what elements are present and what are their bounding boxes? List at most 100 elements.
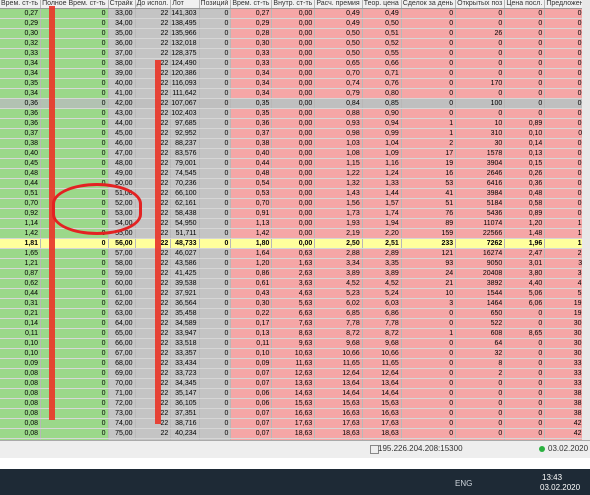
option-row[interactable]: 0,08 0 73,00 22 37,351 0 0,07 16,63 16,63 16,63 0 0…: [0, 408, 590, 419]
table-cell: 6,03: [362, 298, 402, 309]
option-row[interactable]: 0,48 0 49,00 22 74,545 0 0,48 0,00 1,22 1,24 16 264…: [0, 168, 590, 179]
table-cell: 0: [455, 88, 506, 99]
option-row[interactable]: 0,08 0 71,00 22 35,147 0 0,06 14,63 14,64 14,64 0 0…: [0, 388, 590, 399]
table-cell: 0: [199, 108, 232, 119]
table-cell: 42,00: [108, 98, 136, 109]
table-cell: 2,51: [362, 238, 402, 249]
table-cell: 39,538: [170, 278, 200, 289]
language-indicator[interactable]: ENG: [455, 479, 472, 488]
option-row[interactable]: 0,08 0 74,00 22 38,716 0 0,07 17,63 17,63 17,63 0 0…: [0, 418, 590, 429]
option-row[interactable]: 0,30 0 35,00 22 135,966 0 0,28 0,00 0,50 0,51 0 26 0…: [0, 28, 590, 39]
table-cell: 0: [401, 98, 457, 109]
table-cell: 0: [401, 28, 457, 39]
option-row[interactable]: 0,36 0 44,00 22 97,685 0 0,36 0,00 0,93 0,94 1 10 0,…: [0, 118, 590, 129]
column-header[interactable]: До испол.: [135, 0, 172, 9]
table-cell: 21: [401, 278, 457, 289]
option-row[interactable]: 0,08 0 75,00 22 40,234 0 0,07 18,63 18,63 18,63 0 0…: [0, 428, 590, 439]
option-row[interactable]: 0,36 0 42,00 22 107,067 0 0,35 0,00 0,84 0,85 0 100…: [0, 98, 590, 109]
taskbar-date[interactable]: 03.02.2020: [540, 483, 580, 492]
table-cell: 141,303: [170, 8, 200, 19]
table-cell: 66,00: [108, 338, 136, 349]
table-cell: 3,34: [314, 258, 363, 269]
table-cell: 0,48: [504, 188, 546, 199]
table-cell: 10,66: [362, 348, 402, 359]
table-cell: 19: [401, 158, 457, 169]
option-row[interactable]: 0,27033,0022141,30300,270,000,490,490000…: [0, 8, 590, 19]
table-cell: 0: [401, 318, 457, 329]
table-cell: 0,50: [362, 18, 402, 29]
option-row[interactable]: 0,08 0 72,00 22 36,105 0 0,06 15,63 15,63 15,63 0 0…: [0, 398, 590, 409]
table-cell: 0: [504, 8, 546, 19]
option-row[interactable]: 1,81 0 56,00 22 48,733 0 1,80 0,00 2,50 2,51 233 72…: [0, 238, 590, 249]
option-row[interactable]: 0,10066,002233,51800,119,639,689,6806403…: [0, 338, 590, 349]
column-header[interactable]: Сделок за день: [401, 0, 457, 9]
option-row[interactable]: 0,45 0 48,00 22 79,001 0 0,44 0,00 1,15 1,16 19 390…: [0, 158, 590, 169]
option-row[interactable]: 0,10 0 67,00 22 33,357 0 0,10 10,63 10,66 10,66 0 3…: [0, 348, 590, 359]
table-cell: 22: [135, 428, 172, 439]
table-cell: 72,00: [108, 398, 136, 409]
option-row[interactable]: 0,38 0 46,00 22 88,237 0 0,38 0,00 1,03 1,04 2 30 0,…: [0, 138, 590, 149]
table-cell: 1,73: [314, 208, 363, 219]
option-row[interactable]: 1,65 0 57,00 22 46,027 0 1,64 0,63 2,88 2,89 121 16…: [0, 248, 590, 259]
option-row[interactable]: 0,40 0 47,00 22 83,576 0 0,40 0,00 1,08 1,09 17 157…: [0, 148, 590, 159]
column-header[interactable]: Открытых поз: [455, 0, 506, 9]
table-cell: 0,34: [230, 68, 273, 79]
table-cell: 16: [401, 168, 457, 179]
table-cell: 1,13: [230, 218, 273, 229]
table-cell: 0,07: [230, 378, 273, 389]
option-row[interactable]: 0,14 0 64,00 22 34,589 0 0,17 7,63 7,78 7,78 0 522 0…: [0, 318, 590, 329]
option-row[interactable]: 0,08 0 69,00 22 33,723 0 0,07 12,63 12,64 12,64 0 2…: [0, 368, 590, 379]
option-row[interactable]: 0,29034,0022138,49500,290,000,490,500000…: [0, 18, 590, 29]
column-header[interactable]: Цена посл.: [504, 0, 546, 9]
column-header[interactable]: Лот: [170, 0, 200, 9]
table-cell: 22: [135, 358, 172, 369]
vertical-scrollbar[interactable]: [582, 0, 590, 440]
column-header[interactable]: Врем. ст-ть: [230, 0, 273, 9]
option-row[interactable]: 0,31 0 62,00 22 36,564 0 0,30 5,63 6,02 6,03 3 1464…: [0, 298, 590, 309]
column-header[interactable]: Страйк: [108, 0, 136, 9]
table-cell: 40,00: [108, 78, 136, 89]
taskbar-time[interactable]: 13:43: [542, 473, 562, 482]
table-cell: 0: [401, 338, 457, 349]
table-cell: 0,29: [0, 18, 42, 29]
option-row[interactable]: 0,34041,0022111,64200,340,000,790,800000…: [0, 88, 590, 99]
option-row[interactable]: 0,62 0 60,00 22 39,538 0 0,61 3,63 4,52 4,52 21 389…: [0, 278, 590, 289]
table-cell: 0,43: [230, 288, 273, 299]
column-header[interactable]: Теор. цена: [362, 0, 402, 9]
option-row[interactable]: 0,87 0 59,00 22 41,425 0 0,86 2,63 3,89 3,89 24 204…: [0, 268, 590, 279]
option-row[interactable]: 0,36043,0022102,40300,350,000,880,900000…: [0, 108, 590, 119]
table-cell: 0: [401, 48, 457, 59]
option-row[interactable]: 0,37 0 45,00 22 92,952 0 0,37 0,00 0,98 0,99 1 310 0…: [0, 128, 590, 139]
option-row[interactable]: 0,34039,0022120,38600,340,000,700,710000…: [0, 68, 590, 79]
table-cell: 1,09: [362, 148, 402, 159]
table-cell: 14,64: [362, 388, 402, 399]
option-row[interactable]: 1,21 0 58,00 22 43,586 0 1,20 1,63 3,34 3,35 93 905…: [0, 258, 590, 269]
table-cell: 0: [504, 428, 546, 439]
table-cell: 53: [401, 178, 457, 189]
table-cell: 0: [199, 318, 232, 329]
table-cell: 0,27: [230, 8, 273, 19]
table-cell: 0: [199, 98, 232, 109]
option-row[interactable]: 0,34038,0022124,49000,330,000,650,660000…: [0, 58, 590, 69]
table-cell: 0: [199, 368, 232, 379]
table-cell: 22: [135, 388, 172, 399]
annotation-circle: [52, 183, 142, 235]
table-cell: 70,00: [108, 378, 136, 389]
option-row[interactable]: 0,33037,0022128,37500,330,000,500,550000…: [0, 48, 590, 59]
table-cell: 0,86: [230, 268, 273, 279]
column-header[interactable]: Расч. премия: [314, 0, 363, 9]
option-row[interactable]: 0,08 0 70,00 22 34,345 0 0,07 13,63 13,64 13,64 0 0…: [0, 378, 590, 389]
option-row[interactable]: 0,35 0 40,00 22 116,093 0 0,34 0,00 0,74 0,76 0 170…: [0, 78, 590, 89]
option-row[interactable]: 0,32036,0022132,01800,300,000,500,520000…: [0, 38, 590, 49]
option-row[interactable]: 0,09 0 68,00 22 33,434 0 0,09 11,63 11,65 11,65 0 8…: [0, 358, 590, 369]
table-cell: 0: [199, 168, 232, 179]
option-row[interactable]: 0,21 0 63,00 22 35,458 0 0,22 6,63 6,85 6,86 0 650 0…: [0, 308, 590, 319]
column-header[interactable]: Внутр. ст-ть: [271, 0, 316, 9]
table-cell: 0,38: [230, 138, 273, 149]
table-cell: 35,458: [170, 308, 200, 319]
option-board: Врем. ст-ть Полное Врем. ст-ть Страйк До ис…: [0, 0, 590, 440]
column-header[interactable]: Позиций: [199, 0, 232, 9]
option-row[interactable]: 0,44 0 61,00 22 37,921 0 0,43 4,63 5,23 5,24 10 154…: [0, 288, 590, 299]
column-header[interactable]: Врем. ст-ть: [0, 0, 42, 9]
option-row[interactable]: 0,11 0 65,00 22 33,947 0 0,13 8,63 8,72 8,72 1 608 8…: [0, 328, 590, 339]
